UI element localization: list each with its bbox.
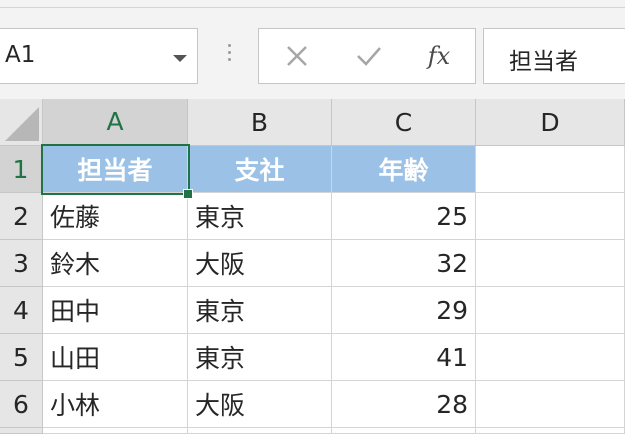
fill-handle[interactable]	[183, 189, 193, 199]
cell-a3[interactable]: 鈴木	[43, 240, 188, 287]
row-header-5[interactable]: 5	[0, 334, 43, 381]
cell-c5[interactable]: 41	[332, 334, 476, 381]
row-header-7[interactable]	[0, 428, 43, 434]
name-box[interactable]: A1	[0, 28, 198, 84]
cell-c4[interactable]: 29	[332, 287, 476, 334]
cell-d2[interactable]	[476, 193, 625, 240]
row-header-3[interactable]: 3	[0, 240, 43, 287]
cancel-button[interactable]	[267, 29, 327, 83]
check-icon	[357, 47, 381, 66]
select-all-button[interactable]	[0, 99, 43, 146]
cell-b7[interactable]	[188, 428, 332, 434]
cell-c2[interactable]: 25	[332, 193, 476, 240]
cell-a6[interactable]: 小林	[43, 381, 188, 428]
cell-d1[interactable]	[476, 146, 625, 193]
cell-b4[interactable]: 東京	[188, 287, 332, 334]
cell-d6[interactable]	[476, 381, 625, 428]
cell-a1[interactable]: 担当者	[43, 146, 188, 193]
cell-c6[interactable]: 28	[332, 381, 476, 428]
cell-d3[interactable]	[476, 240, 625, 287]
formula-content: 担当者	[509, 49, 578, 75]
cell-b2[interactable]: 東京	[188, 193, 332, 240]
cell-b1[interactable]: 支社	[188, 146, 332, 193]
column-header-a[interactable]: A	[43, 99, 188, 146]
formula-input[interactable]: 担当者	[483, 28, 625, 84]
ribbon-bottom-edge	[0, 0, 625, 8]
cell-d7[interactable]	[476, 428, 625, 434]
cell-a4[interactable]: 田中	[43, 287, 188, 334]
cell-c1[interactable]: 年齢	[332, 146, 476, 193]
cell-b5[interactable]: 東京	[188, 334, 332, 381]
cell-c3[interactable]: 32	[332, 240, 476, 287]
column-header-d[interactable]: D	[476, 99, 625, 146]
enter-button[interactable]	[339, 29, 399, 83]
chevron-down-icon[interactable]	[173, 55, 187, 62]
cell-a2[interactable]: 佐藤	[43, 193, 188, 240]
x-icon	[287, 46, 307, 66]
select-all-triangle-icon	[5, 107, 39, 141]
formula-bar-buttons: fx	[258, 28, 476, 84]
formula-bar-splitter[interactable]	[228, 44, 232, 65]
cell-a7[interactable]	[43, 428, 188, 434]
row-header-4[interactable]: 4	[0, 287, 43, 334]
cell-b3[interactable]: 大阪	[188, 240, 332, 287]
row-header-1[interactable]: 1	[0, 146, 43, 193]
cell-c7[interactable]	[332, 428, 476, 434]
fx-icon: fx	[427, 42, 451, 70]
column-header-c[interactable]: C	[332, 99, 476, 146]
row-header-2[interactable]: 2	[0, 193, 43, 240]
insert-function-button[interactable]: fx	[409, 29, 469, 83]
row-header-6[interactable]: 6	[0, 381, 43, 428]
cell-a5[interactable]: 山田	[43, 334, 188, 381]
worksheet-grid: A B C D 1 2 3 4 5 6 担当者 支社 年齢 佐藤 東京 25 鈴…	[0, 99, 625, 434]
name-box-value: A1	[5, 42, 36, 68]
cell-d4[interactable]	[476, 287, 625, 334]
cell-d5[interactable]	[476, 334, 625, 381]
cell-b6[interactable]: 大阪	[188, 381, 332, 428]
formula-bar: A1 fx 担当者	[0, 8, 625, 99]
column-header-b[interactable]: B	[188, 99, 332, 146]
